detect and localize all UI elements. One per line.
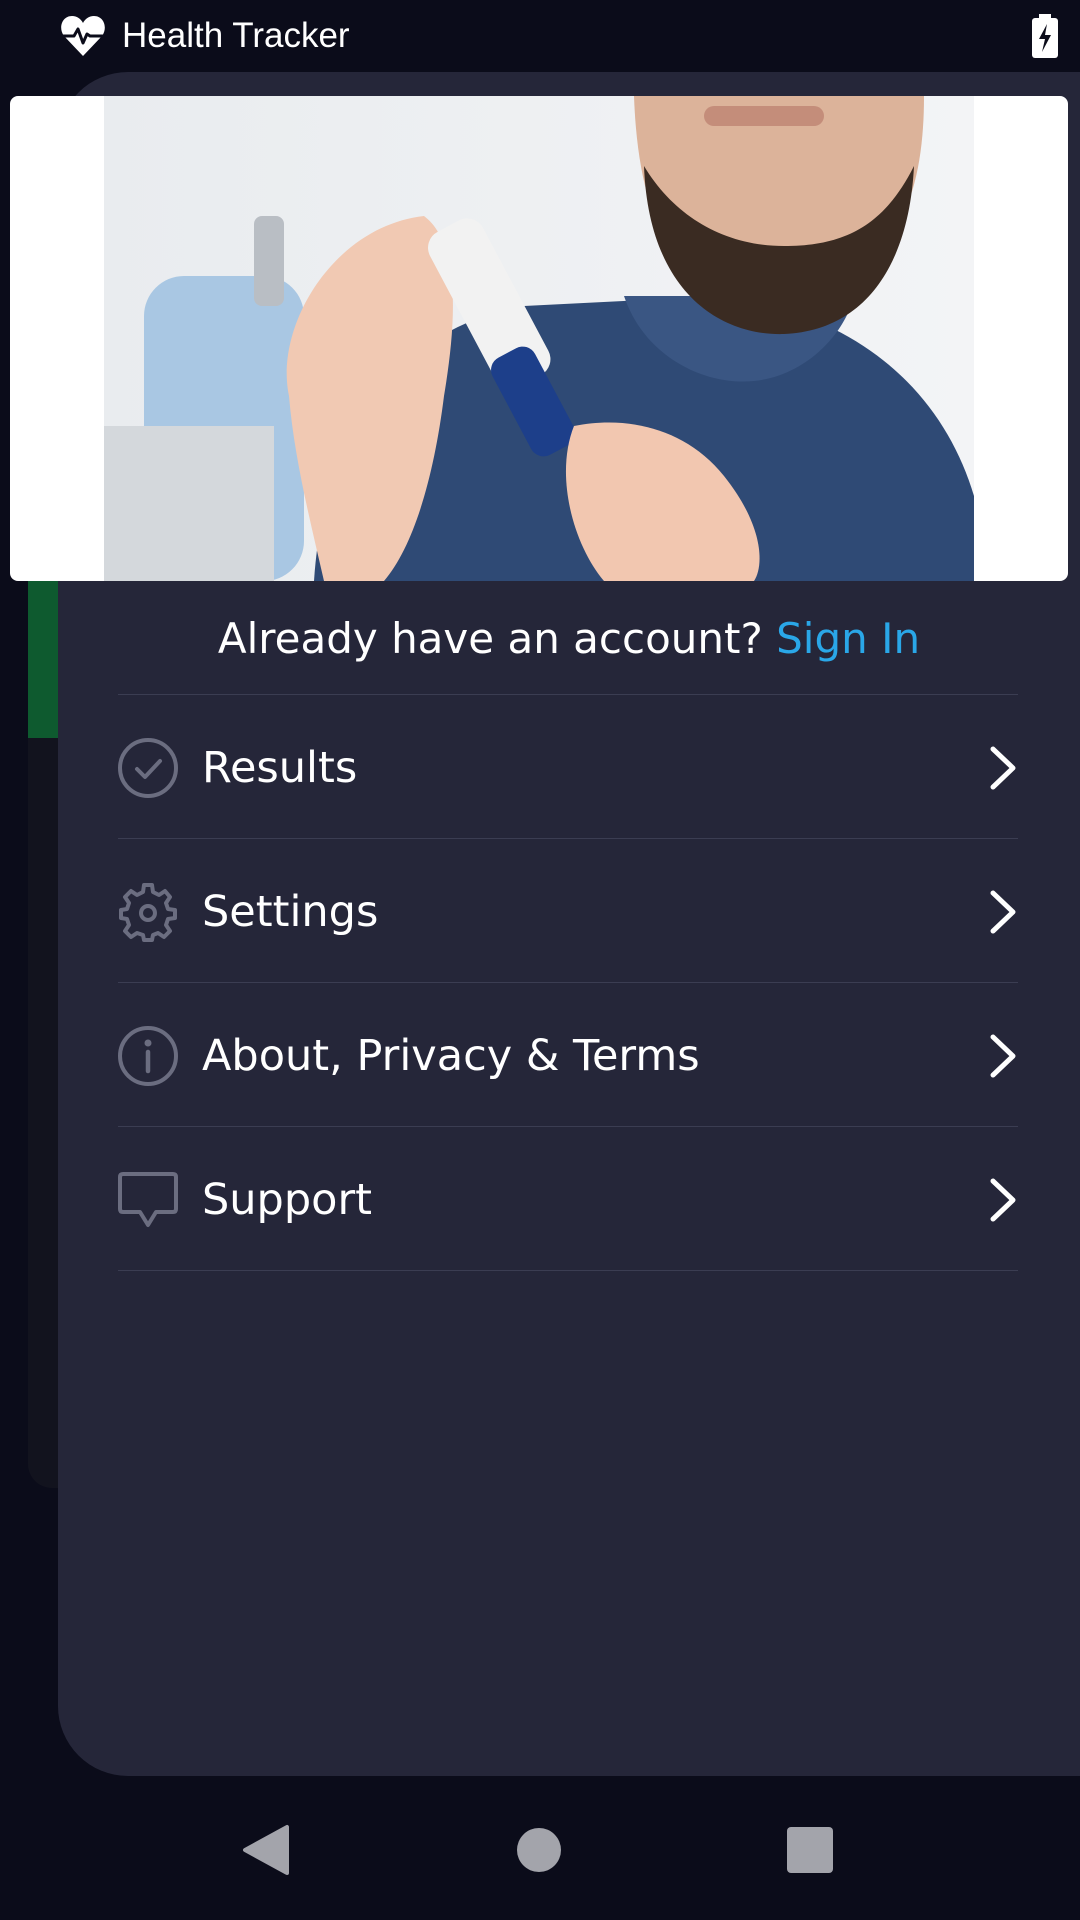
menu-divider bbox=[118, 1270, 1018, 1271]
status-bar: Health Tracker bbox=[0, 0, 1080, 72]
system-navigation-bar bbox=[0, 1776, 1080, 1920]
app-title: Health Tracker bbox=[122, 16, 350, 55]
battery-charging-icon bbox=[1032, 14, 1058, 58]
chevron-right-icon bbox=[990, 746, 1016, 790]
menu-item-results[interactable]: Results bbox=[118, 696, 1018, 840]
home-circle-icon[interactable] bbox=[508, 1820, 568, 1880]
chevron-right-icon bbox=[990, 1178, 1016, 1222]
man-using-glucose-lancet-photo bbox=[104, 96, 974, 581]
back-triangle-icon[interactable] bbox=[237, 1820, 297, 1880]
hero-banner bbox=[10, 96, 1068, 581]
menu-divider bbox=[118, 1126, 1018, 1127]
info-icon bbox=[118, 1026, 178, 1086]
chevron-right-icon bbox=[990, 1034, 1016, 1078]
menu-item-settings[interactable]: Settings bbox=[118, 840, 1018, 984]
heart-pulse-icon bbox=[61, 16, 105, 56]
account-prompt-text: Already have an account? bbox=[217, 614, 777, 663]
gear-icon bbox=[119, 883, 177, 942]
background-accent-bar bbox=[28, 580, 60, 738]
menu-divider bbox=[118, 838, 1018, 839]
recents-square-icon[interactable] bbox=[779, 1820, 839, 1880]
menu-item-label: Support bbox=[202, 1175, 372, 1225]
menu-divider bbox=[118, 694, 1018, 695]
sign-in-link[interactable]: Sign In bbox=[776, 614, 920, 663]
account-prompt: Already have an account? Sign In bbox=[58, 610, 1080, 668]
menu-divider bbox=[118, 982, 1018, 983]
menu-item-about-privacy-terms[interactable]: About, Privacy & Terms bbox=[118, 984, 1018, 1128]
menu-item-label: About, Privacy & Terms bbox=[202, 1031, 700, 1081]
chevron-right-icon bbox=[990, 890, 1016, 934]
menu-item-support[interactable]: Support bbox=[118, 1128, 1018, 1272]
menu-item-label: Results bbox=[202, 743, 358, 793]
menu-item-label: Settings bbox=[202, 887, 379, 937]
check-circle-icon bbox=[118, 738, 178, 798]
chat-bubble-icon bbox=[118, 1172, 178, 1227]
